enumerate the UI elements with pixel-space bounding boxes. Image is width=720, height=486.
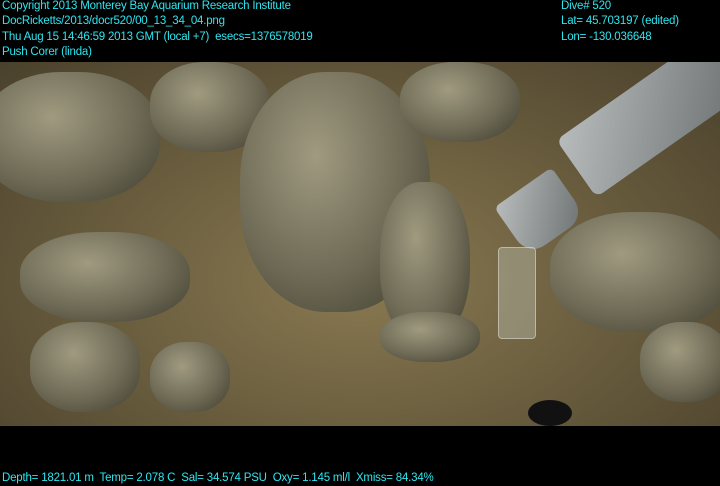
sampling-ring: [528, 400, 572, 426]
rock: [0, 72, 160, 202]
robotic-arm: [556, 62, 720, 198]
rock: [30, 322, 140, 412]
dive-number-text: Dive# 520: [561, 0, 611, 12]
rock: [20, 232, 190, 322]
event-text: Push Corer (linda): [2, 46, 92, 58]
latitude-text: Lat= 45.703197 (edited): [561, 15, 679, 27]
rock: [380, 312, 480, 362]
rock: [400, 62, 520, 142]
longitude-text: Lon= -130.036648: [561, 31, 652, 43]
sensor-readout-text: Depth= 1821.01 m Temp= 2.078 C Sal= 34.5…: [2, 472, 434, 484]
copyright-text: Copyright 2013 Monterey Bay Aquarium Res…: [2, 0, 291, 12]
file-path-text: DocRicketts/2013/docr520/00_13_34_04.png: [2, 15, 225, 27]
rock: [150, 342, 230, 412]
rock: [640, 322, 720, 402]
seafloor-video-frame: [0, 62, 720, 426]
push-core-tube: [498, 247, 536, 339]
rock: [550, 212, 720, 332]
timestamp-text: Thu Aug 15 14:46:59 2013 GMT (local +7) …: [2, 31, 313, 43]
